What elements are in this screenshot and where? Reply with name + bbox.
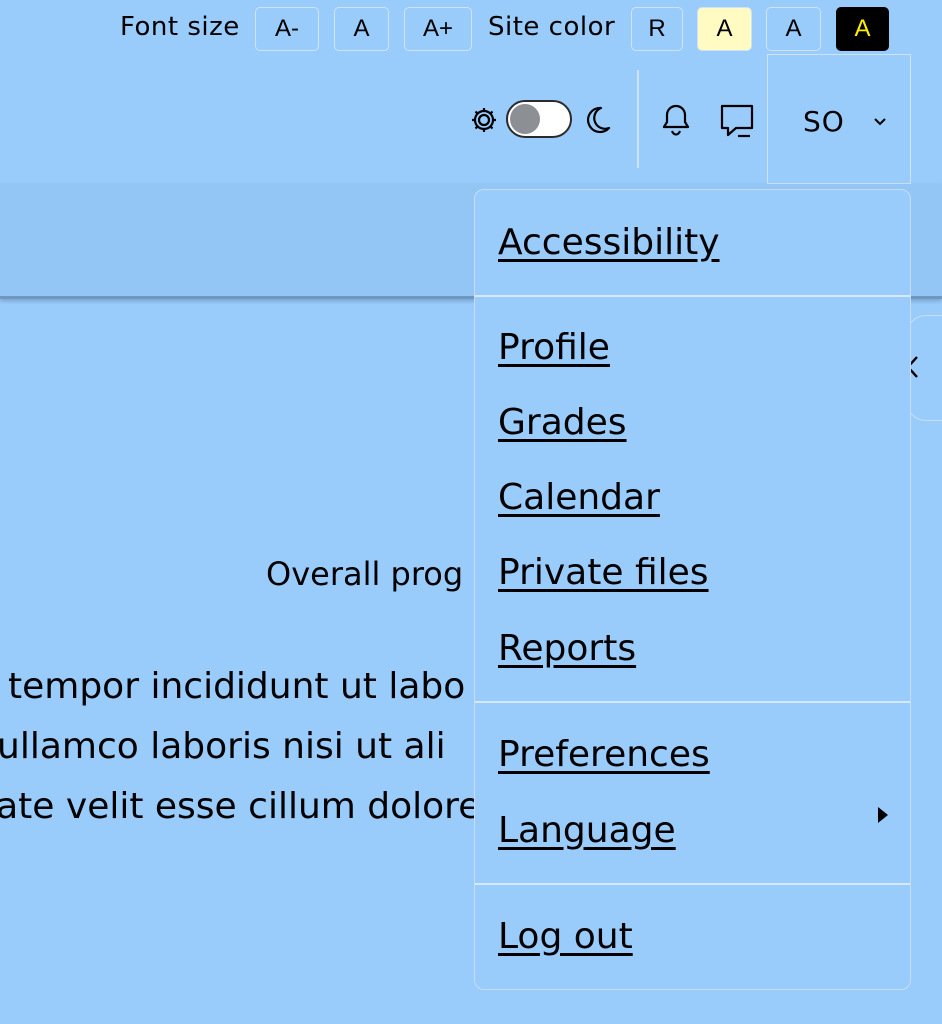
menu-item-private-files[interactable]: Private files [498,552,709,593]
menu-item-preferences[interactable]: Preferences [498,734,710,775]
dark-mode-toggle[interactable] [506,100,572,138]
menu-divider [475,883,910,885]
menu-item-accessibility[interactable]: Accessibility [498,222,720,263]
body-text-line: tate velit esse cillum dolore [0,786,481,827]
menu-item-grades[interactable]: Grades [498,402,627,443]
body-text-line: ullamco laboris nisi ut ali [0,726,446,767]
user-dropdown-menu: Accessibility Profile Grades Calendar Pr… [474,189,911,990]
font-size-label: Font size [120,12,240,42]
light-mode-gear-icon [468,104,500,140]
navbar-divider [637,70,639,168]
accessibility-toolbar: Font size A- A A+ Site color R A A A [0,0,942,54]
user-initials-avatar: SO [803,105,845,138]
color-dark-button[interactable]: A [836,7,889,51]
submenu-arrow-icon [876,805,890,829]
font-reset-button[interactable]: A [334,7,389,51]
menu-item-reports[interactable]: Reports [498,628,636,669]
body-text-line: tempor incididunt ut labo [8,666,466,707]
menu-item-calendar[interactable]: Calendar [498,477,660,518]
user-menu-toggle[interactable]: SO [767,54,911,184]
font-decrease-button[interactable]: A- [255,7,319,51]
moon-icon [583,104,613,140]
menu-divider [475,701,910,703]
menu-item-language[interactable]: Language [498,810,676,851]
drawer-toggle-button[interactable] [906,315,942,421]
overall-progress-label: Overall prog [266,555,464,593]
color-default-button[interactable]: A [766,7,821,51]
color-reset-button[interactable]: R [631,7,683,51]
chevron-down-icon [872,113,888,132]
messages-chat-icon[interactable] [718,102,756,144]
menu-divider [475,295,910,297]
notifications-bell-icon[interactable] [659,102,693,142]
font-increase-button[interactable]: A+ [404,7,472,51]
menu-item-logout[interactable]: Log out [498,916,633,957]
color-yellow-button[interactable]: A [697,7,752,51]
site-color-label: Site color [488,12,616,42]
toggle-knob [510,104,540,134]
menu-item-profile[interactable]: Profile [498,327,610,368]
